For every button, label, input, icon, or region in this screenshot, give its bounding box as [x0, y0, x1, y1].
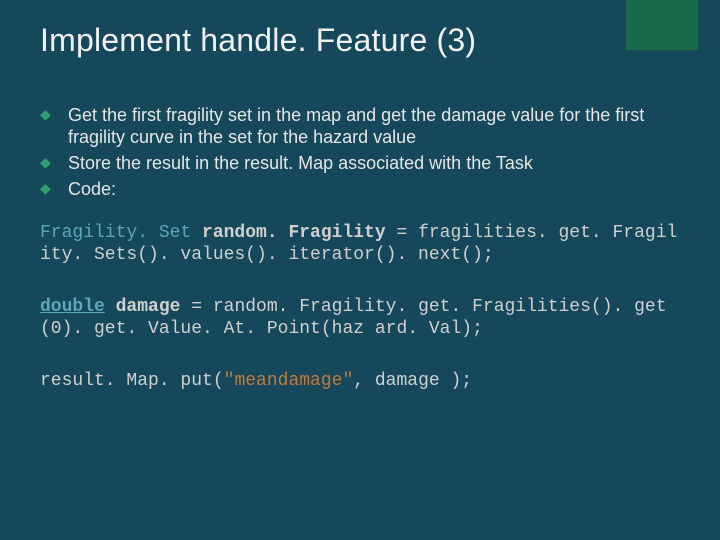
slide: Implement handle. Feature (3) Get the fi…: [0, 0, 720, 393]
code-eq: =: [386, 223, 418, 243]
code-var: random. Fragility: [202, 223, 386, 243]
bullet-list: Get the first fragility set in the map a…: [40, 105, 684, 201]
code-block-2: double damage = random. Fragility. get. …: [40, 297, 684, 341]
list-item: Code:: [40, 179, 684, 201]
code-keyword: double: [40, 297, 105, 317]
list-item: Store the result in the result. Map asso…: [40, 153, 684, 175]
bullet-text: Get the first fragility set in the map a…: [68, 105, 644, 147]
code-space: [105, 297, 116, 317]
code-var: damage: [116, 297, 181, 317]
code-post: , damage );: [353, 371, 472, 391]
bullet-text: Store the result in the result. Map asso…: [68, 153, 533, 173]
code-type: Fragility. Set: [40, 223, 202, 243]
accent-tab: [626, 0, 698, 50]
list-item: Get the first fragility set in the map a…: [40, 105, 684, 149]
code-block-1: Fragility. Set random. Fragility = fragi…: [40, 223, 684, 267]
bullet-text: Code:: [68, 179, 116, 199]
code-block-3: result. Map. put("meandamage", damage );: [40, 371, 684, 393]
code-eq: =: [180, 297, 212, 317]
page-title: Implement handle. Feature (3): [40, 22, 684, 59]
code-string: "meandamage": [224, 371, 354, 391]
code-pre: result. Map. put(: [40, 371, 224, 391]
